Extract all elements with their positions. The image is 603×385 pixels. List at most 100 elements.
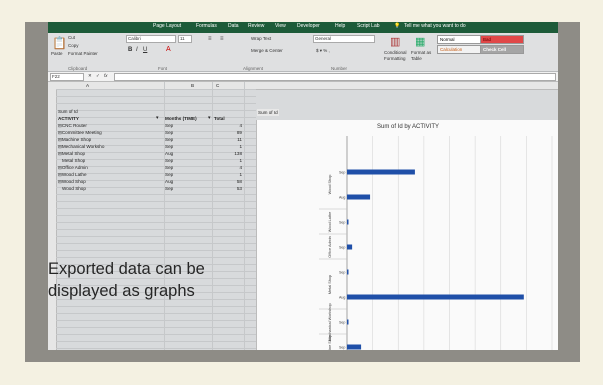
- paste-button[interactable]: Paste: [51, 51, 63, 56]
- style-normal[interactable]: Normal: [437, 35, 481, 44]
- pivot-cell-month[interactable]: Aug: [165, 178, 173, 185]
- tab-data[interactable]: Data: [228, 23, 239, 29]
- italic-button[interactable]: I: [136, 47, 138, 53]
- chart-sub-label: Aug: [339, 196, 345, 200]
- chart-bar[interactable]: [347, 219, 349, 225]
- conditional-formatting-button[interactable]: Conditional: [384, 50, 407, 55]
- pivot-cell-activity[interactable]: ⊟Office Admin: [58, 164, 88, 171]
- cut-button[interactable]: Cut: [68, 35, 75, 40]
- pivot-cell-month[interactable]: Sep: [165, 122, 173, 129]
- name-box-value: F22: [52, 74, 60, 79]
- tab-help[interactable]: Help: [335, 23, 345, 29]
- row-gridline: [56, 327, 256, 328]
- pivot-cell-total[interactable]: 53: [214, 185, 242, 192]
- pivot-chart[interactable]: Sum of Id by ACTIVITY Sep Aug Sep Sep Sep Aug…: [256, 120, 558, 350]
- fx-button[interactable]: fx: [104, 73, 108, 78]
- row-gridline: [56, 222, 256, 223]
- pivot-cell-month[interactable]: Sep: [165, 129, 173, 136]
- align-top-icon[interactable]: ≡: [208, 36, 212, 42]
- chart-bar[interactable]: [347, 169, 415, 175]
- pivot-cell-month[interactable]: Sep: [165, 164, 173, 171]
- tab-review[interactable]: Review: [248, 23, 264, 29]
- pivot-cell-month[interactable]: Sep: [165, 143, 173, 150]
- tab-formulas[interactable]: Formulas: [196, 23, 217, 29]
- tab-page-layout[interactable]: Page Layout: [153, 23, 181, 29]
- pivot-header-total[interactable]: Total: [214, 115, 225, 122]
- chart-bar[interactable]: [347, 244, 353, 250]
- tab-script-lab[interactable]: Script Lab: [357, 23, 380, 29]
- chart-sub-label: Sep: [339, 221, 345, 225]
- row-gridline: [56, 341, 256, 342]
- format-painter-button[interactable]: Format Painter: [68, 51, 98, 56]
- pivot-cell-activity[interactable]: Metal Shop: [62, 157, 85, 164]
- font-name-box[interactable]: Calibri: [126, 35, 176, 43]
- merge-center-button[interactable]: Merge & Center: [251, 48, 283, 53]
- column-gridline: [212, 82, 213, 350]
- pivot-cell-activity[interactable]: ⊟Mechanical Worksho: [58, 143, 104, 150]
- pivot-cell-activity[interactable]: ⊟CNC Router: [58, 122, 87, 129]
- pivot-cell-activity[interactable]: ⊟Machine Shop: [58, 136, 91, 143]
- row-gridline: [56, 96, 256, 97]
- activity-filter-icon[interactable]: ▾: [156, 115, 159, 122]
- align-middle-icon[interactable]: ≡: [220, 36, 224, 42]
- pivot-cell-month[interactable]: Sep: [165, 185, 173, 192]
- column-c-header[interactable]: C: [216, 82, 219, 89]
- pivot-cell-total[interactable]: 1: [214, 157, 242, 164]
- cancel-icon[interactable]: ✕: [88, 73, 92, 79]
- chart-bar[interactable]: [347, 294, 524, 300]
- pivot-cell-activity[interactable]: ⊟Wood Shop: [58, 178, 86, 185]
- style-bad[interactable]: Bad: [480, 35, 524, 44]
- pivot-cell-month[interactable]: Sep: [165, 157, 173, 164]
- enter-icon[interactable]: ✓: [96, 73, 100, 79]
- pivot-cell-activity[interactable]: ⊟Committee Meeting: [58, 129, 102, 136]
- tell-me-box[interactable]: Tell me what you want to do: [404, 23, 466, 29]
- conditional-formatting-label2: Formatting: [384, 56, 406, 61]
- row-gridline: [56, 229, 256, 230]
- chart-field-button[interactable]: Sum of Id: [257, 109, 279, 116]
- chart-bar[interactable]: [347, 319, 349, 325]
- chart-category-label: Wood Shop: [328, 175, 332, 195]
- pivot-cell-total[interactable]: 1: [214, 143, 242, 150]
- pivot-cell-activity[interactable]: Wood Shop: [62, 185, 86, 192]
- underline-button[interactable]: U: [143, 47, 147, 53]
- chart-bar[interactable]: [347, 344, 362, 350]
- pivot-cell-activity[interactable]: ⊟Wood Lathe: [58, 171, 87, 178]
- format-as-table-button[interactable]: Format as: [411, 50, 431, 55]
- pivot-cell-total[interactable]: 89: [214, 129, 242, 136]
- tab-developer[interactable]: Developer: [297, 23, 320, 29]
- pivot-cell-total[interactable]: 11: [214, 136, 242, 143]
- formula-input[interactable]: [114, 73, 556, 81]
- row-gridline: [56, 103, 256, 104]
- copy-button[interactable]: Copy: [68, 43, 79, 48]
- row-gridline: [56, 348, 256, 349]
- conditional-formatting-icon: ▥: [390, 36, 401, 48]
- pivot-cell-month[interactable]: Sep: [165, 136, 173, 143]
- font-size-box[interactable]: 11: [178, 35, 192, 43]
- bold-button[interactable]: B: [128, 47, 132, 53]
- months-filter-icon[interactable]: ▾: [208, 115, 211, 122]
- chart-sub-label: Sep: [339, 246, 345, 250]
- pivot-title[interactable]: Sum of Id: [58, 108, 78, 115]
- column-b-header[interactable]: B: [191, 82, 194, 89]
- pivot-header-months[interactable]: Months (TIME): [165, 115, 197, 122]
- pivot-cell-total[interactable]: 138: [214, 150, 242, 157]
- pivot-cell-total[interactable]: 1: [214, 171, 242, 178]
- pivot-cell-total[interactable]: 4: [214, 164, 242, 171]
- pivot-cell-total[interactable]: 4: [214, 122, 242, 129]
- tab-view[interactable]: View: [275, 23, 286, 29]
- pivot-header-activity[interactable]: ACTIVITY: [58, 115, 79, 122]
- chart-bar[interactable]: [347, 194, 371, 200]
- pivot-cell-activity[interactable]: ⊟Metal Shop: [58, 150, 85, 157]
- column-a-header[interactable]: A: [86, 82, 89, 89]
- wrap-text-button[interactable]: Wrap Text: [251, 36, 271, 41]
- font-color-icon[interactable]: A: [166, 46, 171, 53]
- name-box[interactable]: F22: [50, 73, 84, 81]
- style-check-cell[interactable]: Check Cell: [480, 45, 524, 54]
- pivot-cell-month[interactable]: Sep: [165, 171, 173, 178]
- style-calculation[interactable]: Calculation: [437, 45, 481, 54]
- chart-bar[interactable]: [347, 269, 349, 275]
- pivot-cell-total[interactable]: 58: [214, 178, 242, 185]
- number-format-box[interactable]: General: [313, 35, 375, 43]
- pivot-cell-month[interactable]: Aug: [165, 150, 173, 157]
- currency-button[interactable]: $ ▾ % ,: [316, 48, 330, 54]
